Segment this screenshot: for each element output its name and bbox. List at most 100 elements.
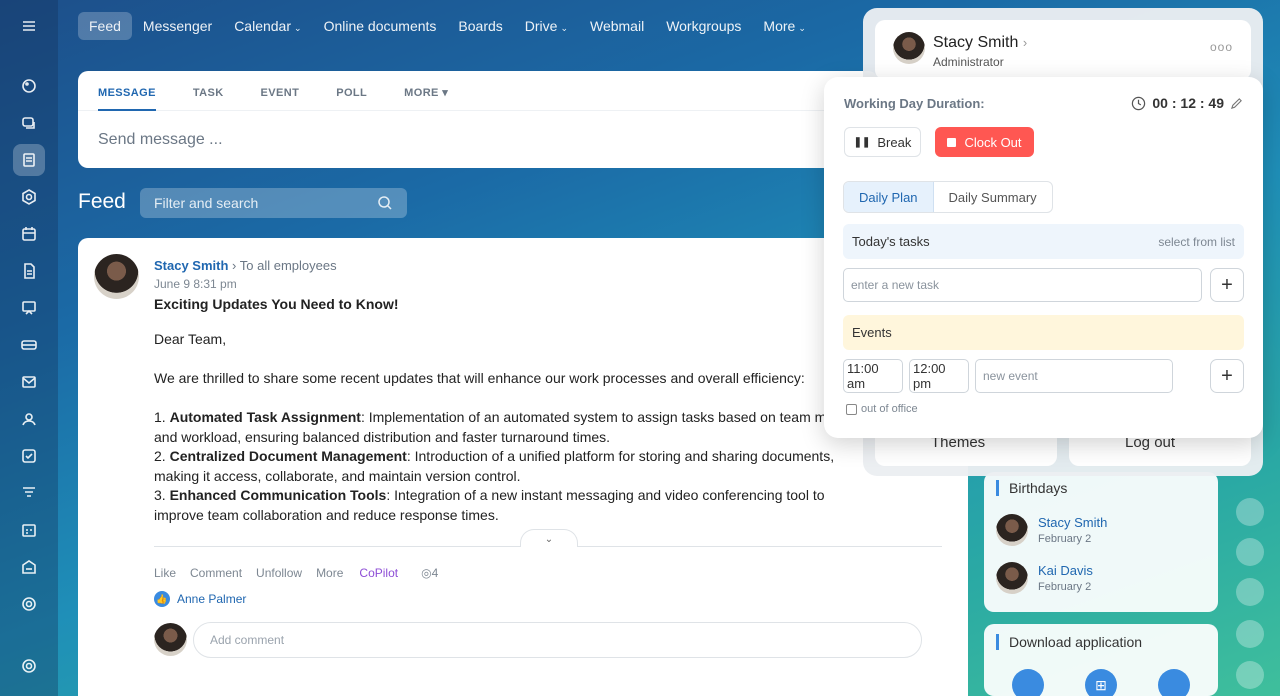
mail-icon[interactable] [13, 366, 45, 398]
checkbox[interactable] [846, 403, 857, 415]
chevron-down-icon: ⌄ [560, 23, 568, 33]
birthdays-title: Birthdays [996, 480, 1067, 496]
tab-message[interactable]: MESSAGE [98, 71, 156, 111]
chat-icon[interactable] [13, 107, 45, 139]
bot-icon[interactable] [1236, 620, 1264, 648]
tab-daily-plan[interactable]: Daily Plan [844, 182, 934, 212]
birthday-name[interactable]: Stacy Smith [1038, 515, 1107, 530]
tasks-title: Today's tasks [852, 234, 930, 249]
message-input[interactable]: Send message ... [78, 111, 878, 169]
list-item: 3. Enhanced Communication Tools: Integra… [154, 487, 825, 523]
like-button[interactable]: Like [154, 566, 176, 580]
nav-webmail[interactable]: Webmail [579, 12, 655, 40]
more-icon[interactable]: ooo [1210, 40, 1233, 54]
post-author[interactable]: Stacy Smith [154, 258, 228, 273]
goals-icon[interactable] [13, 588, 45, 620]
post-recipient[interactable]: To all employees [240, 258, 337, 273]
plus-icon: + [1221, 364, 1233, 387]
add-event-button[interactable]: + [1210, 359, 1244, 393]
tab-more[interactable]: MORE ▾ [404, 71, 448, 111]
nav-messenger[interactable]: Messenger [132, 12, 223, 40]
pause-icon: ❚❚ [853, 136, 871, 148]
chevron-down-icon: ⌄ [544, 534, 554, 545]
fingerprint-icon[interactable] [1236, 578, 1264, 606]
inventory-icon[interactable] [13, 551, 45, 583]
profile-header[interactable]: Stacy Smith › Administrator ooo [875, 20, 1251, 80]
edit-icon[interactable] [1230, 97, 1243, 110]
nav-boards[interactable]: Boards [447, 12, 513, 40]
composer-tabs: MESSAGE TASK EVENT POLL MORE ▾ [78, 71, 878, 111]
top-navigation: Feed Messenger Calendar ⌄ Online document… [78, 12, 817, 40]
search-icon [378, 196, 392, 210]
copilot-button[interactable]: CoPilot [359, 566, 398, 580]
palette-icon[interactable] [13, 70, 45, 102]
events-title: Events [852, 325, 892, 340]
event-end-time[interactable]: 12:00 pm [909, 359, 969, 393]
more-button[interactable]: More [316, 566, 343, 580]
birthday-date: February 2 [1038, 581, 1092, 593]
windows-icon[interactable]: ⊞ [1085, 669, 1117, 696]
eye-icon: ◎ [421, 566, 432, 580]
schedule-icon[interactable] [13, 514, 45, 546]
avatar[interactable] [94, 254, 139, 299]
post-greeting: Dear Team, [154, 331, 227, 347]
profile-name[interactable]: Stacy Smith › [933, 34, 1027, 52]
document-icon[interactable] [13, 255, 45, 287]
feed-search-input[interactable]: Filter and search [140, 188, 407, 218]
avatar[interactable] [1236, 498, 1264, 526]
calendar-icon[interactable] [13, 218, 45, 250]
post-intro: We are thrilled to share some recent upd… [154, 370, 805, 386]
break-button[interactable]: ❚❚ Break [844, 127, 921, 157]
birthdays-card: Birthdays Stacy Smith February 2 Kai Dav… [984, 472, 1218, 612]
tab-task[interactable]: TASK [193, 71, 224, 111]
board-icon[interactable] [13, 292, 45, 324]
unfollow-button[interactable]: Unfollow [256, 566, 302, 580]
post-list: 1. Automated Task Assignment: Implementa… [154, 408, 869, 525]
hexagon-icon[interactable] [13, 181, 45, 213]
avatar [996, 514, 1028, 546]
funnel-icon[interactable] [13, 477, 45, 509]
feed-icon[interactable] [13, 144, 45, 176]
list-item: 1. Automated Task Assignment: Implementa… [154, 409, 866, 445]
list-item[interactable]: Kai Davis February 2 [996, 562, 1093, 594]
nav-more[interactable]: More ⌄ [752, 12, 816, 40]
comment-input[interactable]: Add comment [193, 622, 922, 658]
nav-online-documents[interactable]: Online documents [313, 12, 448, 40]
nav-calendar[interactable]: Calendar ⌄ [223, 12, 312, 40]
download-app-card: Download application ⊞ [984, 624, 1218, 696]
plus-icon: + [1221, 273, 1233, 296]
nav-workgroups[interactable]: Workgroups [655, 12, 752, 40]
clock-out-button[interactable]: Clock Out [935, 127, 1034, 157]
liker-name[interactable]: Anne Palmer [177, 592, 246, 606]
comment-button[interactable]: Comment [190, 566, 242, 580]
new-task-input[interactable]: enter a new task [843, 268, 1202, 302]
tasks-icon[interactable] [13, 440, 45, 472]
birthday-name[interactable]: Kai Davis [1038, 563, 1093, 578]
expand-post-button[interactable]: ⌄ [520, 529, 578, 547]
likes-summary[interactable]: 👍 Anne Palmer [154, 591, 246, 607]
tab-daily-summary[interactable]: Daily Summary [934, 182, 1052, 212]
settings-icon[interactable] [13, 650, 45, 682]
tasks-icon[interactable] [1236, 538, 1264, 566]
post-date[interactable]: June 9 8:31 pm [154, 277, 237, 291]
list-item[interactable]: Stacy Smith February 2 [996, 514, 1107, 546]
event-start-time[interactable]: 11:00 am [843, 359, 903, 393]
workgroups-icon[interactable] [13, 403, 45, 435]
add-task-button[interactable]: + [1210, 268, 1244, 302]
nav-feed[interactable]: Feed [78, 12, 132, 40]
new-event-input[interactable]: new event [975, 359, 1173, 393]
post-title: Exciting Updates You Need to Know! [154, 296, 399, 312]
views-count: ◎4 [421, 566, 439, 580]
work-timer: 00 : 12 : 49 [1131, 95, 1243, 111]
select-from-list-link[interactable]: select from list [1158, 235, 1235, 249]
tab-poll[interactable]: POLL [336, 71, 367, 111]
linux-icon[interactable] [1158, 669, 1190, 696]
menu-icon[interactable] [13, 10, 45, 42]
tab-event[interactable]: EVENT [261, 71, 300, 111]
apple-icon[interactable] [1012, 669, 1044, 696]
checklist-icon[interactable] [1236, 661, 1264, 689]
drive-icon[interactable] [13, 329, 45, 361]
avatar [996, 562, 1028, 594]
nav-drive[interactable]: Drive ⌄ [514, 12, 579, 40]
out-of-office-checkbox[interactable]: out of office [846, 403, 918, 415]
